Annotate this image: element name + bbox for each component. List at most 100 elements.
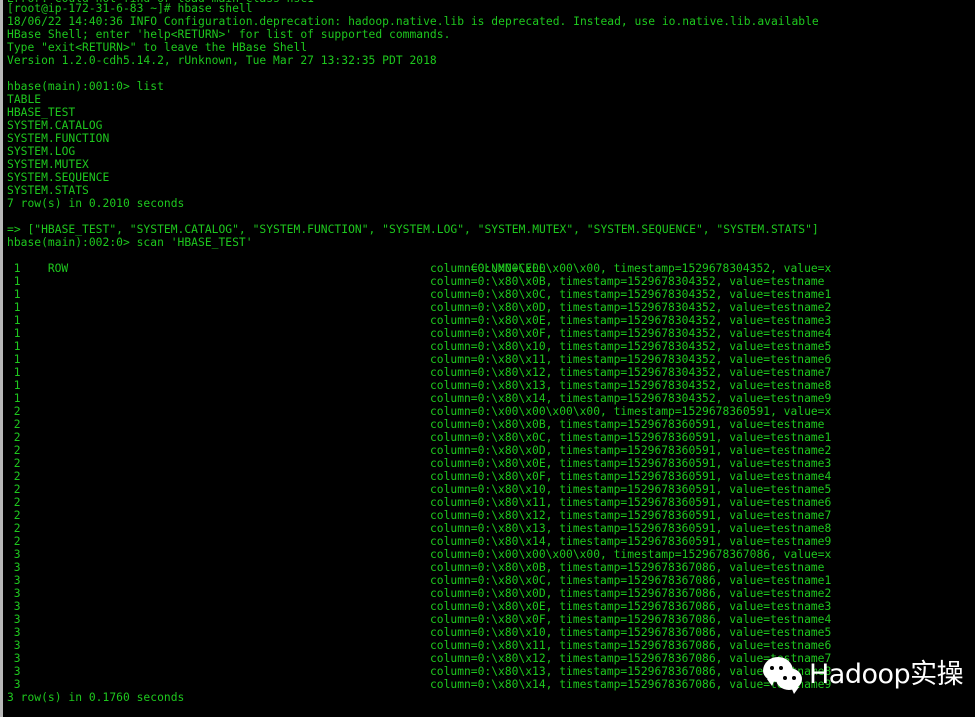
scan-row-cell: column=0:\x80\x14, timestamp=15296783605… — [430, 535, 832, 548]
table-row: 3 column=0:\x80\x12, timestamp=1529678367… — [7, 652, 975, 665]
table-row: 1 column=0:\x80\x12, timestamp=1529678304… — [7, 366, 975, 379]
table-row: 3 column=0:\x80\x0F, timestamp=1529678367… — [7, 613, 975, 626]
scan-row-cell: column=0:\x80\x0D, timestamp=15296783605… — [430, 444, 832, 457]
scan-row-key: 2 — [7, 509, 21, 522]
scan-row-key: 3 — [7, 574, 21, 587]
scan-row-cell: column=0:\x00\x00\x00\x00, timestamp=152… — [430, 405, 832, 418]
scan-row-key: 3 — [7, 665, 21, 678]
scan-row-cell: column=0:\x80\x0B, timestamp=15296783043… — [430, 275, 825, 288]
terminal-line-cut: Error: Could not find or load main class… — [7, 0, 975, 2]
scan-row-cell: column=0:\x80\x11, timestamp=15296783605… — [430, 496, 832, 509]
scan-row-key: 2 — [7, 418, 21, 431]
scan-row-cell: column=0:\x80\x11, timestamp=15296783043… — [430, 353, 832, 366]
terminal-line-table-system-log: SYSTEM.LOG — [7, 145, 76, 158]
scan-row-key: 3 — [7, 548, 21, 561]
table-row: 2 column=0:\x80\x0E, timestamp=1529678360… — [7, 457, 975, 470]
table-row: 3 column=0:\x80\x14, timestamp=1529678367… — [7, 678, 975, 691]
table-row: 1 column=0:\x00\x00\x00\x00, timestamp=15… — [7, 262, 975, 275]
table-row: 3 column=0:\x80\x0D, timestamp=1529678367… — [7, 587, 975, 600]
scan-row-cell: column=0:\x80\x12, timestamp=15296783670… — [430, 652, 832, 665]
scan-row-key: 2 — [7, 405, 21, 418]
terminal-line-prompt-hbase-shell: [root@ip-172-31-6-83 ~]# hbase shell — [7, 2, 253, 15]
table-row: 3 column=0:\x00\x00\x00\x00, timestamp=15… — [7, 548, 975, 561]
scan-row-key: 3 — [7, 600, 21, 613]
scan-row-key: 3 — [7, 613, 21, 626]
terminal-line-table-system-function: SYSTEM.FUNCTION — [7, 132, 110, 145]
scan-row-cell: column=0:\x80\x0C, timestamp=15296783605… — [430, 431, 832, 444]
scan-row-key: 3 — [7, 587, 21, 600]
scan-row-key: 1 — [7, 366, 21, 379]
scan-row-key: 1 — [7, 392, 21, 405]
scan-row-cell: column=0:\x80\x0F, timestamp=15296783043… — [430, 327, 832, 340]
scan-row-key: 3 — [7, 678, 21, 691]
scan-row-cell: column=0:\x80\x10, timestamp=15296783670… — [430, 626, 832, 639]
terminal-line-shell-help: HBase Shell; enter 'help<RETURN>' for li… — [7, 28, 451, 41]
terminal-line-table-hbase-test: HBASE_TEST — [7, 106, 76, 119]
terminal-line-scan-row-count: 3 row(s) in 0.1760 seconds — [7, 691, 185, 704]
scan-row-key: 1 — [7, 288, 21, 301]
scan-row-key: 2 — [7, 470, 21, 483]
scan-row-cell: column=0:\x80\x12, timestamp=15296783043… — [430, 366, 832, 379]
scan-row-key: 1 — [7, 353, 21, 366]
table-row: 3 column=0:\x80\x11, timestamp=1529678367… — [7, 639, 975, 652]
scan-row-key: 2 — [7, 431, 21, 444]
table-row: 1 column=0:\x80\x0C, timestamp=1529678304… — [7, 288, 975, 301]
scan-row-cell: column=0:\x80\x0C, timestamp=15296783043… — [430, 288, 832, 301]
table-row: 1 column=0:\x80\x0B, timestamp=1529678304… — [7, 275, 975, 288]
terminal-line-version: Version 1.2.0-cdh5.14.2, rUnknown, Tue M… — [7, 54, 437, 67]
scan-row-cell: column=0:\x80\x0E, timestamp=15296783043… — [430, 314, 832, 327]
scan-row-key: 2 — [7, 522, 21, 535]
scan-row-cell: column=0:\x80\x0F, timestamp=15296783605… — [430, 470, 832, 483]
scan-row-cell: column=0:\x80\x12, timestamp=15296783605… — [430, 509, 832, 522]
table-row: 1 column=0:\x80\x10, timestamp=1529678304… — [7, 340, 975, 353]
scan-row-cell: column=0:\x80\x11, timestamp=15296783670… — [430, 639, 832, 652]
terminal-line-table-system-catalog: SYSTEM.CATALOG — [7, 119, 103, 132]
scan-row-cell: column=0:\x80\x14, timestamp=15296783043… — [430, 392, 832, 405]
terminal-line-shell-exit: Type "exit<RETURN>" to leave the HBase S… — [7, 41, 308, 54]
scan-row-key: 2 — [7, 483, 21, 496]
terminal-line-list-array-result: => ["HBASE_TEST", "SYSTEM.CATALOG", "SYS… — [7, 223, 819, 236]
scan-row-cell: column=0:\x80\x0B, timestamp=15296783670… — [430, 561, 825, 574]
terminal-line-table-header: TABLE — [7, 93, 42, 106]
table-row: 2 column=0:\x80\x0D, timestamp=1529678360… — [7, 444, 975, 457]
scan-row-key: 1 — [7, 301, 21, 314]
scan-row-key: 1 — [7, 379, 21, 392]
scan-row-key: 1 — [7, 314, 21, 327]
terminal-line-blank-2 — [7, 210, 975, 223]
scan-row-cell: column=0:\x00\x00\x00\x00, timestamp=152… — [430, 548, 832, 561]
scan-row-cell: column=0:\x80\x14, timestamp=15296783670… — [430, 678, 832, 691]
table-row: 2 column=0:\x80\x12, timestamp=1529678360… — [7, 509, 975, 522]
terminal-output: Error: Could not find or load main class… — [3, 0, 975, 704]
table-row: 3 column=0:\x80\x10, timestamp=1529678367… — [7, 626, 975, 639]
scan-row-key: 3 — [7, 561, 21, 574]
terminal-line-info-deprecation: 18/06/22 14:40:36 INFO Configuration.dep… — [7, 15, 819, 28]
terminal-line-blank-1 — [7, 67, 975, 80]
scan-result-rows: 1 column=0:\x00\x00\x00\x00, timestamp=15… — [7, 262, 975, 691]
scan-row-cell: column=0:\x80\x0B, timestamp=15296783605… — [430, 418, 825, 431]
table-row: 1 column=0:\x80\x11, timestamp=1529678304… — [7, 353, 975, 366]
scan-row-key: 2 — [7, 535, 21, 548]
terminal-window[interactable]: Error: Could not find or load main class… — [0, 0, 975, 717]
scan-row-key: 1 — [7, 262, 21, 275]
scan-row-key: 1 — [7, 327, 21, 340]
table-row: 2 column=0:\x80\x10, timestamp=1529678360… — [7, 483, 975, 496]
table-row: 3 column=0:\x80\x0B, timestamp=1529678367… — [7, 561, 975, 574]
scan-row-cell: column=0:\x80\x0D, timestamp=15296783043… — [430, 301, 832, 314]
scan-row-key: 2 — [7, 457, 21, 470]
table-row: 1 column=0:\x80\x14, timestamp=1529678304… — [7, 392, 975, 405]
terminal-line-table-system-stats: SYSTEM.STATS — [7, 184, 89, 197]
scan-row-cell: column=0:\x00\x00\x00\x00, timestamp=152… — [430, 262, 832, 275]
terminal-line-command-scan: hbase(main):002:0> scan 'HBASE_TEST' — [7, 236, 253, 249]
table-row: 1 column=0:\x80\x13, timestamp=1529678304… — [7, 379, 975, 392]
table-row: 3 column=0:\x80\x0E, timestamp=1529678367… — [7, 600, 975, 613]
table-row: 1 column=0:\x80\x0D, timestamp=1529678304… — [7, 301, 975, 314]
scan-row-key: 3 — [7, 626, 21, 639]
table-row: 2 column=0:\x80\x13, timestamp=1529678360… — [7, 522, 975, 535]
scan-row-cell: column=0:\x80\x0C, timestamp=15296783670… — [430, 574, 832, 587]
table-row: 2 column=0:\x00\x00\x00\x00, timestamp=15… — [7, 405, 975, 418]
scan-row-cell: column=0:\x80\x0E, timestamp=15296783670… — [430, 600, 832, 613]
scan-row-cell: column=0:\x80\x13, timestamp=15296783670… — [430, 665, 832, 678]
table-row: 2 column=0:\x80\x0F, timestamp=1529678360… — [7, 470, 975, 483]
table-row: 3 column=0:\x80\x13, timestamp=1529678367… — [7, 665, 975, 678]
scan-row-cell: column=0:\x80\x0E, timestamp=15296783605… — [430, 457, 832, 470]
